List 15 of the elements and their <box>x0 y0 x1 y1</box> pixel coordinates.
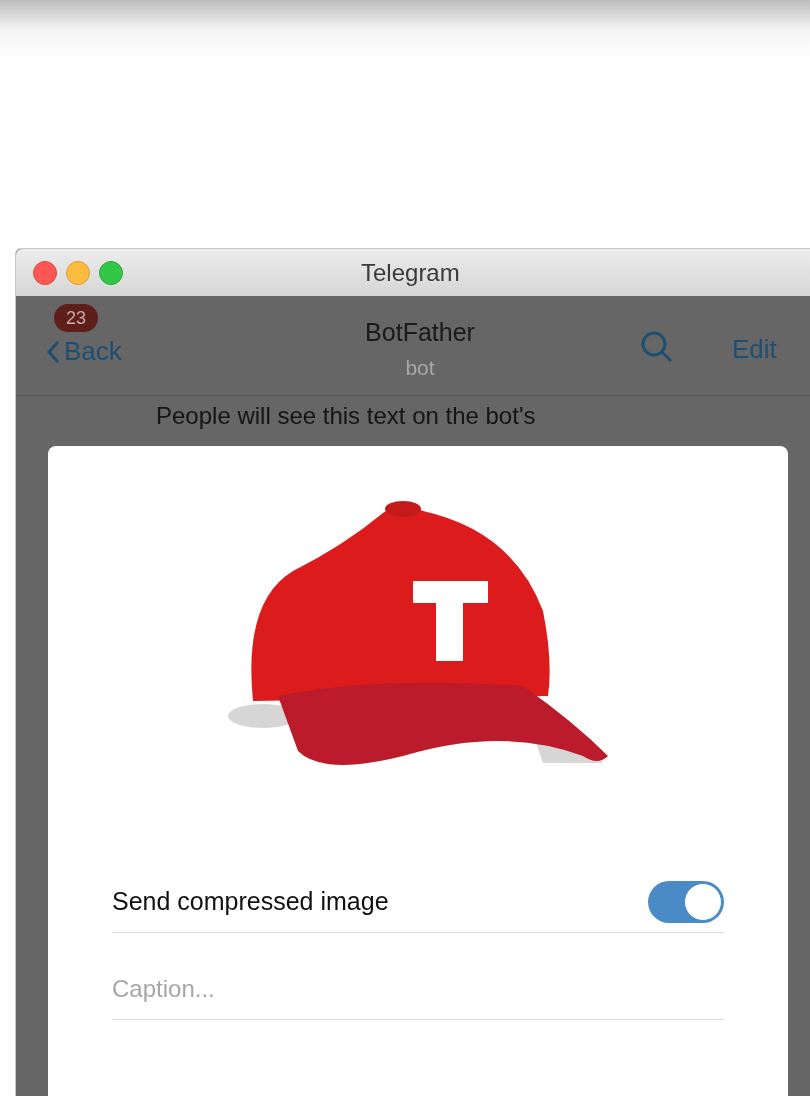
chevron-left-icon <box>46 339 60 364</box>
chat-title: BotFather <box>365 317 475 348</box>
compress-label: Send compressed image <box>112 885 389 917</box>
window-title: Telegram <box>361 257 460 288</box>
maximize-button[interactable] <box>99 260 123 285</box>
message-text: People will see this text on the bot's <box>156 402 536 429</box>
back-button[interactable]: Back <box>46 332 122 371</box>
search-icon[interactable] <box>640 330 674 364</box>
chat-subtitle: bot <box>405 354 435 381</box>
compress-toggle[interactable] <box>648 880 724 923</box>
caption-field[interactable]: Caption... <box>112 958 724 1020</box>
minimize-button[interactable] <box>66 260 90 285</box>
unread-badge: 23 <box>54 304 98 332</box>
edit-button[interactable]: Edit <box>732 330 777 369</box>
close-button[interactable] <box>33 260 57 285</box>
